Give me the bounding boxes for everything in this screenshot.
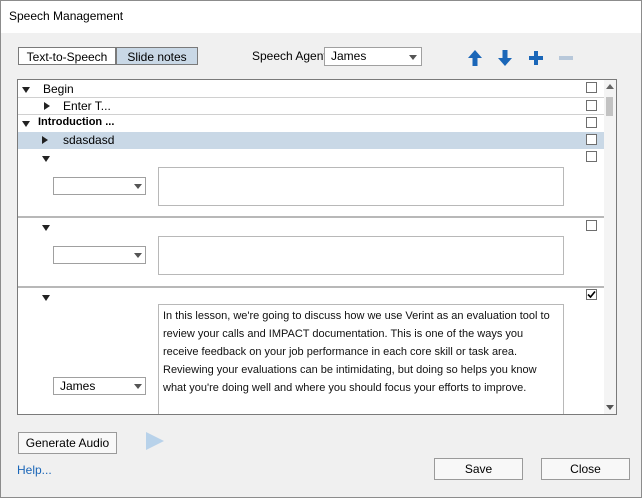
tree-label-begin: Begin: [43, 82, 74, 96]
note-agent-select[interactable]: [53, 177, 146, 195]
scroll-down-icon[interactable]: [606, 405, 614, 410]
collapsed-icon[interactable]: [44, 102, 50, 110]
note-agent-select[interactable]: James: [53, 377, 146, 395]
speech-agent-value: James: [331, 49, 367, 63]
expand-icon[interactable]: [42, 156, 50, 162]
chevron-down-icon: [134, 253, 142, 258]
expand-icon[interactable]: [22, 121, 30, 127]
note-agent-value: James: [60, 379, 96, 393]
tab-text-to-speech[interactable]: Text-to-Speech: [18, 47, 116, 65]
scroll-thumb[interactable]: [606, 97, 613, 116]
tree-label-introduction: Introduction ...: [38, 116, 115, 128]
tree-row-selected[interactable]: sdasdasd: [18, 132, 604, 149]
close-button[interactable]: Close: [541, 458, 630, 480]
collapsed-icon[interactable]: [42, 136, 48, 144]
speech-agent-select[interactable]: James: [324, 47, 422, 66]
tree-row-introduction[interactable]: Introduction ...: [18, 115, 604, 132]
expand-icon[interactable]: [22, 87, 30, 93]
row-checkbox[interactable]: [586, 220, 597, 231]
row-checkbox[interactable]: [586, 117, 597, 128]
tree-label-enter: Enter T...: [63, 99, 111, 113]
speech-management-dialog: Speech Management Text-to-Speech Slide n…: [0, 0, 642, 498]
row-checkbox-checked[interactable]: [586, 289, 597, 300]
chevron-down-icon: [409, 55, 417, 60]
checkmark-icon: [587, 290, 596, 299]
notes-tree-panel: Begin Enter T... Introduction ... sdasda…: [17, 79, 617, 415]
scroll-up-icon[interactable]: [606, 84, 614, 89]
arrow-down-icon[interactable]: [496, 49, 514, 67]
row-checkbox[interactable]: [586, 82, 597, 93]
note-text-field[interactable]: [158, 236, 564, 275]
expand-icon[interactable]: [42, 295, 50, 301]
note-divider: [18, 286, 604, 288]
play-icon[interactable]: [145, 431, 165, 451]
note-text-field[interactable]: In this lesson, we're going to discuss h…: [158, 304, 564, 414]
minus-icon[interactable]: [557, 49, 575, 67]
note-text-field[interactable]: [158, 167, 564, 206]
note-row-1: [18, 149, 604, 216]
tree-row-begin[interactable]: Begin: [18, 80, 604, 98]
tree-label-selected: sdasdasd: [63, 133, 115, 147]
row-checkbox[interactable]: [586, 100, 597, 111]
tree-row-enter[interactable]: Enter T...: [18, 98, 604, 115]
chevron-down-icon: [134, 184, 142, 189]
title-bar: Speech Management: [1, 1, 641, 33]
note-text: In this lesson, we're going to discuss h…: [163, 310, 550, 394]
plus-icon[interactable]: [527, 49, 545, 67]
row-checkbox[interactable]: [586, 134, 597, 145]
speech-agent-label: Speech Agent: [252, 49, 327, 63]
chevron-down-icon: [134, 384, 142, 389]
window-title: Speech Management: [9, 9, 124, 23]
row-checkbox[interactable]: [586, 151, 597, 162]
save-button[interactable]: Save: [434, 458, 523, 480]
arrow-up-icon[interactable]: [466, 49, 484, 67]
generate-audio-button[interactable]: Generate Audio: [18, 432, 117, 454]
note-agent-select[interactable]: [53, 246, 146, 264]
tab-slide-notes[interactable]: Slide notes: [116, 47, 198, 65]
help-link[interactable]: Help...: [17, 463, 52, 477]
note-row-2: [18, 218, 604, 285]
expand-icon[interactable]: [42, 225, 50, 231]
vertical-scrollbar[interactable]: [604, 80, 616, 414]
